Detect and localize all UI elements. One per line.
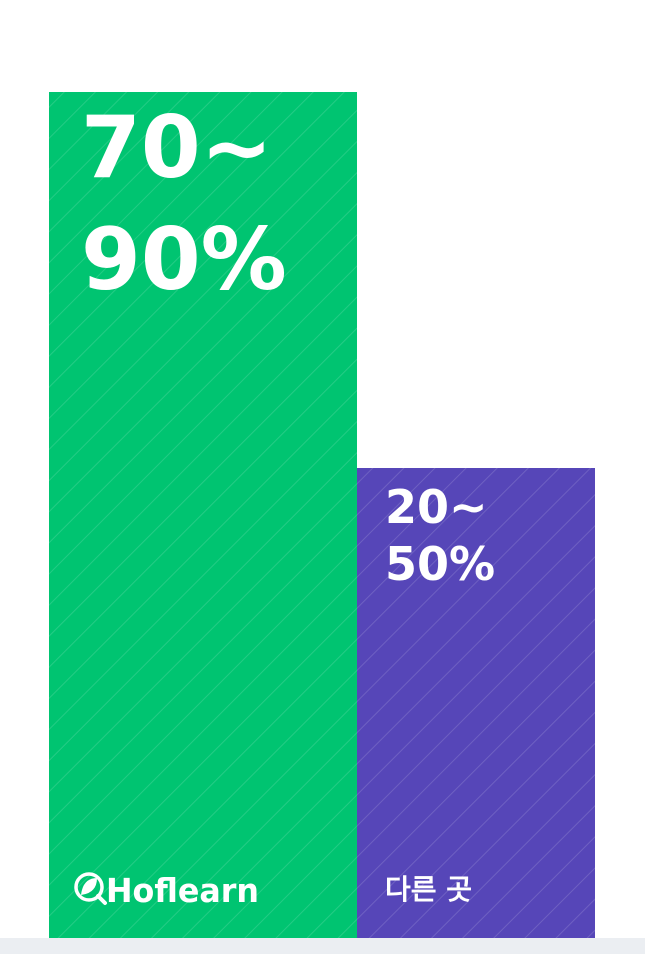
category-label-other: 다른 곳 <box>385 873 472 906</box>
bottom-strip <box>0 938 645 954</box>
bar-chart: 70~ 90%Hoflearn20~ 50%다른 곳 <box>49 92 595 938</box>
category-label-hoflearn-text: Hoflearn <box>106 871 259 910</box>
